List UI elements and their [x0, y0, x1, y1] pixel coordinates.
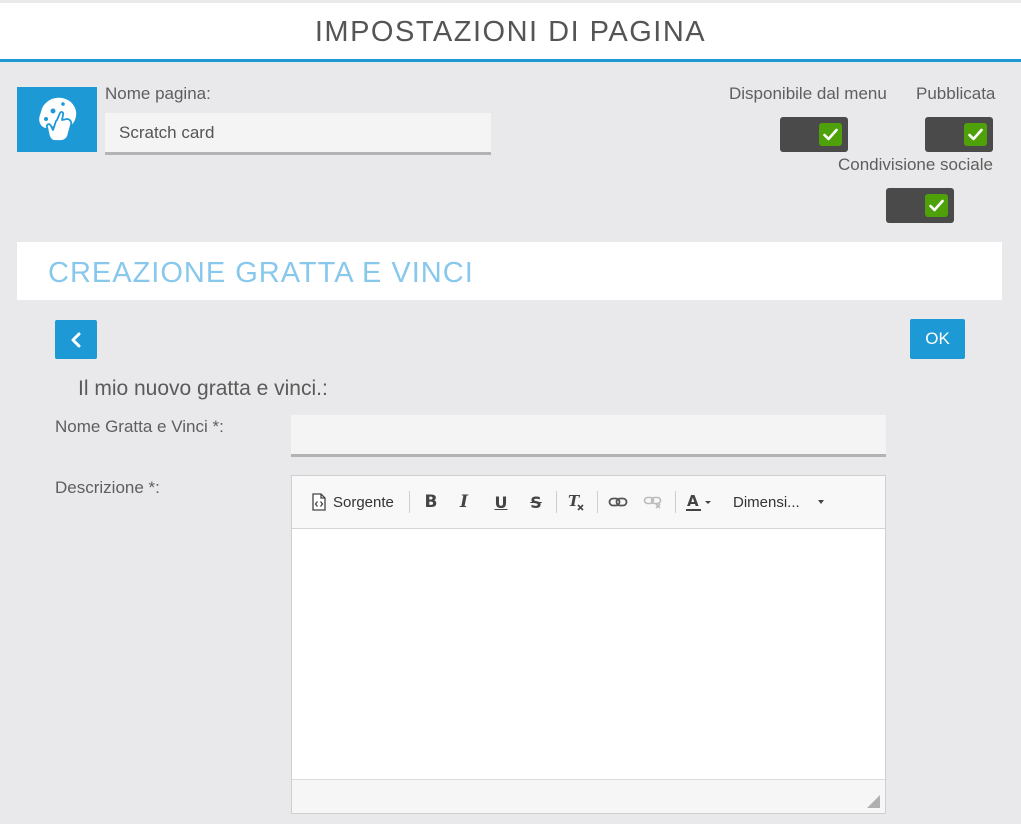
chevron-down-icon: [817, 500, 824, 504]
toolbar-separator: [675, 491, 676, 513]
checkmark-icon: [819, 123, 842, 146]
source-button[interactable]: Sorgente: [311, 489, 401, 515]
italic-icon: I: [460, 492, 468, 512]
toolbar-separator: [597, 491, 598, 513]
remove-format-icon: T: [568, 492, 584, 511]
gratta-name-input[interactable]: [291, 415, 886, 457]
unlink-button[interactable]: [640, 489, 666, 515]
underline-button[interactable]: U: [488, 489, 514, 515]
page-title: IMPOSTAZIONI DI PAGINA: [314, 16, 707, 48]
link-button[interactable]: [605, 489, 631, 515]
back-button[interactable]: [55, 320, 97, 359]
page-icon-button[interactable]: [17, 87, 97, 152]
resize-grip-icon[interactable]: [867, 795, 880, 808]
checkmark-icon: [964, 123, 987, 146]
font-size-label: Dimensi...: [733, 493, 800, 511]
social-toggle-label: Condivisione sociale: [838, 155, 993, 174]
svg-text:A: A: [687, 492, 699, 510]
section-bar: CREAZIONE GRATTA E VINCI: [17, 242, 1002, 300]
description-label: Descrizione *:: [55, 478, 160, 497]
underline-icon: U: [494, 492, 508, 512]
description-editor: Sorgente B I U S T A Dimensi...: [291, 475, 886, 814]
bold-icon: B: [424, 492, 438, 512]
menu-toggle[interactable]: [780, 117, 848, 152]
strikethrough-icon: S: [530, 492, 542, 512]
published-toggle[interactable]: [925, 117, 993, 152]
source-label: Sorgente: [333, 493, 394, 511]
svg-text:T: T: [568, 492, 581, 510]
form-subtitle: Il mio nuovo gratta e vinci.:: [78, 377, 328, 400]
section-title: CREAZIONE GRATTA E VINCI: [48, 257, 474, 289]
text-color-button[interactable]: A: [683, 489, 717, 515]
editor-content-area[interactable]: [292, 529, 885, 779]
gratta-name-label: Nome Gratta e Vinci *:: [55, 417, 224, 436]
page-header: IMPOSTAZIONI DI PAGINA: [0, 0, 1021, 62]
menu-toggle-label: Disponibile dal menu: [729, 84, 887, 103]
ok-button[interactable]: OK: [910, 319, 965, 359]
strikethrough-button[interactable]: S: [523, 489, 549, 515]
bold-button[interactable]: B: [418, 489, 444, 515]
page-name-input[interactable]: [105, 113, 491, 155]
link-icon: [608, 497, 628, 507]
published-toggle-label: Pubblicata: [916, 84, 996, 103]
text-color-icon: A: [686, 492, 711, 511]
italic-button[interactable]: I: [451, 489, 477, 515]
toolbar-separator: [556, 491, 557, 513]
editor-toolbar: Sorgente B I U S T A Dimensi...: [292, 476, 885, 529]
page-name-label: Nome pagina:: [105, 84, 211, 103]
toolbar-separator: [409, 491, 410, 513]
unlink-icon: [643, 496, 662, 509]
source-code-icon: [312, 493, 326, 511]
font-size-dropdown[interactable]: Dimensi...: [733, 489, 843, 515]
checkmark-icon: [925, 194, 948, 217]
social-toggle[interactable]: [886, 188, 954, 223]
scratch-hand-icon: [39, 97, 77, 142]
chevron-left-icon: [71, 332, 81, 347]
remove-format-button[interactable]: T: [563, 489, 589, 515]
editor-footer: [292, 779, 885, 813]
